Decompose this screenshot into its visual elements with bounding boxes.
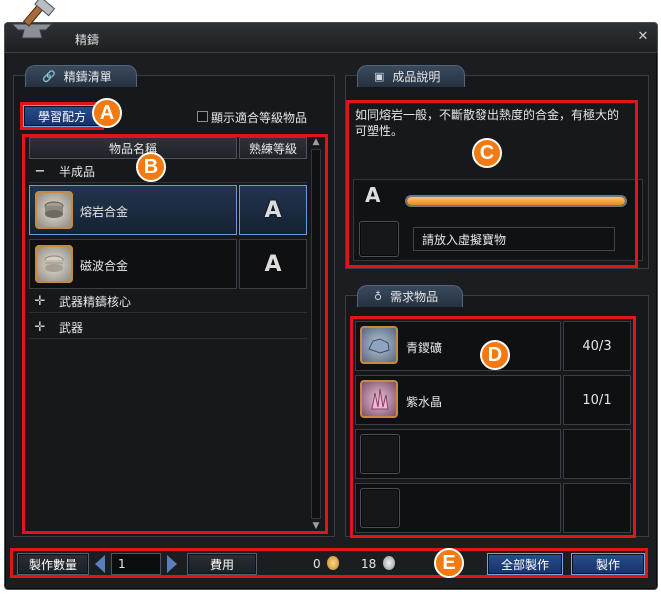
- virtual-item-field[interactable]: 請放入虛擬寶物: [413, 227, 615, 251]
- quantity-increase-icon[interactable]: [167, 555, 177, 573]
- category-semi-finished[interactable]: − 半成品: [29, 161, 307, 183]
- list-item-magnetic-alloy[interactable]: 磁波合金 A: [29, 239, 307, 289]
- materials-title: 需求物品: [390, 290, 439, 304]
- grade-badge: A: [264, 251, 282, 277]
- grade-badge: A: [264, 197, 282, 223]
- category-weapon[interactable]: ✛ 武器: [29, 317, 307, 339]
- fee-button[interactable]: 費用: [187, 553, 257, 575]
- make-label: 製作: [595, 557, 620, 572]
- level-filter-checkbox[interactable]: [197, 111, 208, 122]
- make-all-button[interactable]: 全部製作: [487, 553, 563, 575]
- product-description-text: 如同熔岩一般，不斷散發出熱度的合金，有極大的 可塑性。: [355, 107, 645, 139]
- silver-coin-icon: [383, 556, 395, 570]
- empty-material-slot: [360, 488, 400, 528]
- collapse-icon: −: [34, 164, 46, 179]
- silver-amount: 18: [361, 557, 377, 571]
- item-name: 熔岩合金: [80, 205, 129, 219]
- title-bar[interactable]: 精鑄 ✕: [5, 23, 657, 53]
- material-row-1[interactable]: 青鑁礦: [355, 321, 561, 371]
- anvil-hammer-icon: [6, 0, 68, 44]
- amethyst-icon: [360, 380, 398, 418]
- column-proficiency-label: 熟練等級: [248, 141, 297, 156]
- quantity-input[interactable]: [111, 553, 161, 575]
- item-grade-cell: A: [239, 185, 307, 235]
- list-scrollbar[interactable]: [311, 149, 321, 519]
- annotation-marker-b: B: [136, 152, 166, 182]
- learn-recipe-label: 學習配方: [37, 109, 86, 124]
- learn-recipe-button[interactable]: 學習配方: [23, 105, 101, 127]
- expand-icon: ✛: [34, 294, 46, 309]
- product-description-title: 成品說明: [392, 70, 441, 84]
- material-name: 紫水晶: [406, 395, 443, 409]
- progress-fill: [407, 197, 625, 205]
- gold-coin-icon: [327, 556, 339, 570]
- level-filter-label: 顯示適合等級物品: [211, 111, 308, 125]
- empty-material-slot: [360, 434, 400, 474]
- category-label: 武器精鑄核心: [59, 295, 132, 309]
- product-grade-badge: A: [365, 183, 381, 207]
- category-label: 武器: [59, 321, 84, 335]
- material-count: 10/1: [582, 392, 612, 408]
- category-weapon-core[interactable]: ✛ 武器精鑄核心: [29, 291, 307, 313]
- material-count-4: [563, 483, 631, 533]
- item-grade-cell: A: [239, 239, 307, 289]
- materials-tab: ♁ 需求物品: [357, 285, 464, 307]
- description-line-2: 可塑性。: [355, 124, 404, 138]
- link-icon: 🔗: [42, 70, 56, 83]
- annotation-marker-c: C: [472, 138, 502, 168]
- category-label: 半成品: [59, 165, 96, 179]
- material-count-3: [563, 429, 631, 479]
- virtual-item-slot[interactable]: [359, 221, 399, 257]
- annotation-marker-d: D: [480, 340, 510, 370]
- virtual-item-placeholder: 請放入虛擬寶物: [422, 232, 507, 247]
- crafting-list-title: 精鑄清單: [63, 70, 112, 84]
- material-row-2[interactable]: 紫水晶: [355, 375, 561, 425]
- list-item-lava-alloy[interactable]: 熔岩合金 A: [29, 185, 307, 235]
- lava-alloy-icon: [35, 191, 73, 229]
- material-row-4[interactable]: [355, 483, 561, 533]
- window-title: 精鑄: [75, 33, 100, 47]
- quantity-decrease-icon[interactable]: [95, 555, 105, 573]
- crafting-list-tab: 🔗 精鑄清單: [25, 65, 137, 87]
- proficiency-progress-bar: [405, 195, 627, 207]
- material-name: 青鑁礦: [406, 341, 443, 355]
- ore-icon: [360, 326, 398, 364]
- quantity-label-button: 製作數量: [17, 553, 89, 575]
- fee-label: 費用: [209, 557, 234, 572]
- description-line-1: 如同熔岩一般，不斷散發出熱度的合金，有極大的: [355, 108, 620, 122]
- scroll-down-arrow[interactable]: ▼: [310, 521, 322, 531]
- annotation-marker-e: E: [434, 548, 464, 578]
- material-count: 40/3: [582, 338, 612, 354]
- material-row-3[interactable]: [355, 429, 561, 479]
- column-proficiency[interactable]: 熟練等級: [239, 137, 307, 159]
- gold-amount: 0: [313, 557, 321, 571]
- bag-icon: ♁: [374, 290, 383, 303]
- close-icon[interactable]: ✕: [635, 29, 651, 45]
- make-button[interactable]: 製作: [571, 553, 645, 575]
- product-description-tab: ▣ 成品說明: [357, 65, 466, 87]
- material-count-2: 10/1: [563, 375, 631, 425]
- item-name-cell: 熔岩合金: [29, 185, 237, 235]
- item-name: 磁波合金: [80, 259, 129, 273]
- box-icon: ▣: [374, 70, 385, 83]
- magnetic-alloy-icon: [35, 245, 73, 283]
- make-all-label: 全部製作: [500, 557, 549, 572]
- expand-icon: ✛: [34, 320, 46, 335]
- material-count-1: 40/3: [563, 321, 631, 371]
- scroll-up-arrow[interactable]: ▲: [310, 137, 322, 147]
- column-item-name[interactable]: 物品名稱: [29, 137, 237, 159]
- quantity-label: 製作數量: [28, 557, 77, 572]
- item-name-cell: 磁波合金: [29, 239, 237, 289]
- annotation-marker-a: A: [92, 98, 122, 128]
